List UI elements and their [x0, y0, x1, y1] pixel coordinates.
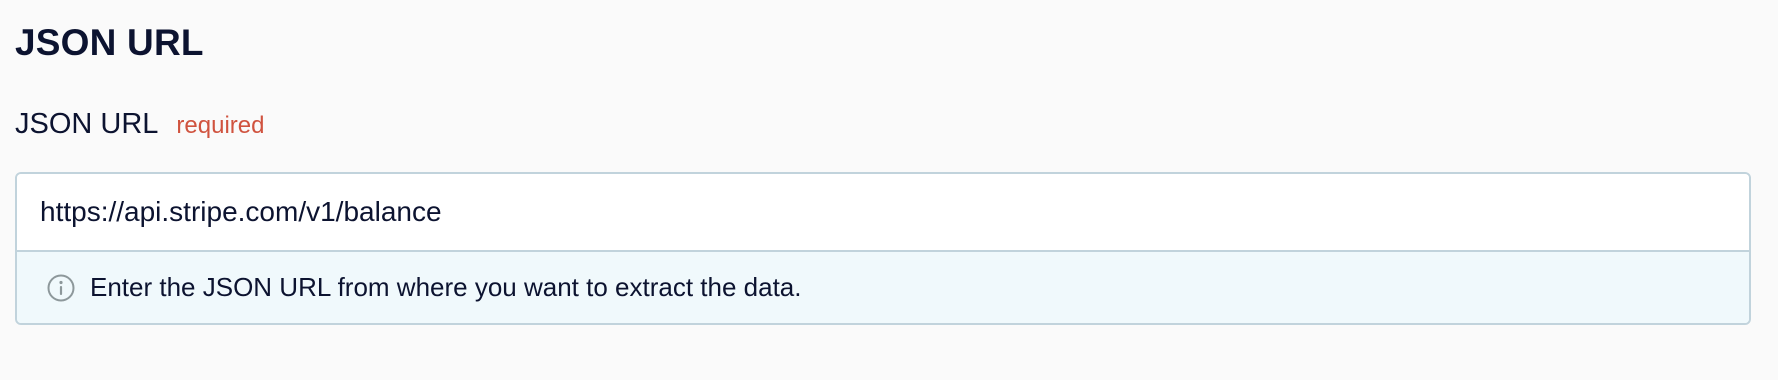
info-icon	[46, 273, 76, 303]
help-text: Enter the JSON URL from where you want t…	[90, 272, 802, 302]
json-url-field: Enter the JSON URL from where you want t…	[15, 172, 1751, 325]
json-url-label: JSON URL	[15, 108, 159, 140]
required-indicator: required	[176, 112, 265, 139]
help-panel: Enter the JSON URL from where you want t…	[17, 250, 1749, 323]
json-url-input[interactable]	[17, 174, 1749, 250]
field-label-row: JSON URL required	[15, 108, 264, 141]
section-title: JSON URL	[15, 22, 204, 63]
